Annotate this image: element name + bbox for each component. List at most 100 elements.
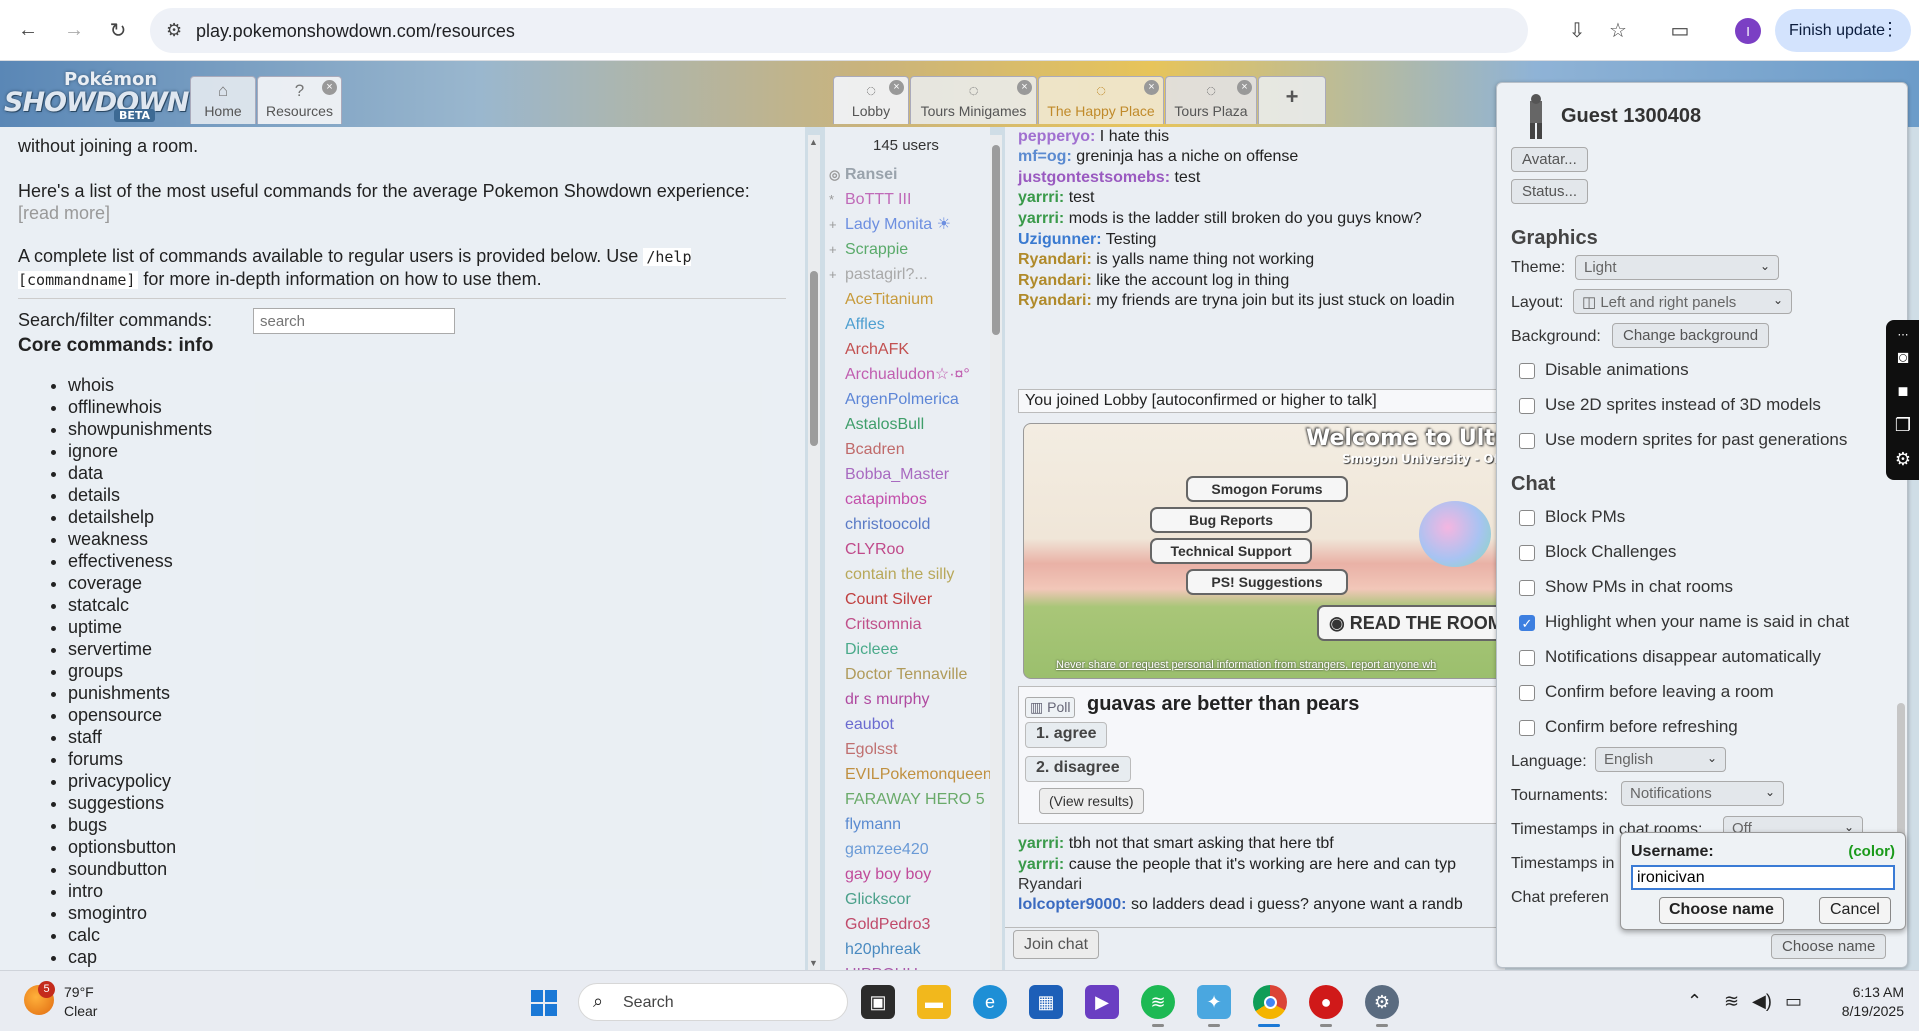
close-icon[interactable]: × — [1237, 80, 1252, 95]
showdown-logo[interactable]: Pokémon SHOWDOWN BETA — [4, 67, 190, 123]
user-list-item[interactable]: CLYRoo — [825, 537, 990, 562]
command-item[interactable]: servertime — [68, 638, 212, 660]
user-list-item[interactable]: Archualudon☆·¤° — [825, 362, 990, 387]
volume-icon[interactable]: ◀) — [1752, 991, 1772, 1012]
reload-icon[interactable]: ↻ — [102, 14, 134, 46]
scroll-thumb[interactable] — [992, 145, 1000, 335]
checkbox-label[interactable]: Disable animations — [1545, 360, 1689, 380]
user-list-item[interactable]: AstalosBull — [825, 412, 990, 437]
close-icon[interactable]: × — [1017, 80, 1032, 95]
task-view-icon[interactable]: ▣ — [861, 985, 895, 1019]
tab-resources[interactable]: ? Resources × — [257, 76, 342, 124]
checkbox-label[interactable]: Show PMs in chat rooms — [1545, 577, 1733, 597]
command-item[interactable]: weakness — [68, 528, 212, 550]
chat-username[interactable]: yarrri: — [1018, 835, 1064, 852]
close-icon[interactable]: × — [322, 80, 337, 95]
chat-username[interactable]: yarrri: — [1018, 856, 1064, 873]
new-room-tab-button[interactable]: + — [1258, 76, 1326, 124]
user-list-item[interactable]: Dicleee — [825, 637, 990, 662]
taskbar-search[interactable]: ⌕ Search — [578, 983, 848, 1021]
chevron-up-icon[interactable]: ⌃ — [1687, 991, 1702, 1012]
user-list-item[interactable]: Egolsst — [825, 737, 990, 762]
user-list-item[interactable]: christoocold — [825, 512, 990, 537]
tab-tours-plaza[interactable]: ◌ Tours Plaza × — [1165, 76, 1257, 124]
user-list-item[interactable]: ArgenPolmerica — [825, 387, 990, 412]
recorder-icon[interactable]: ● — [1309, 985, 1343, 1019]
checkbox[interactable] — [1519, 580, 1535, 596]
video-icon[interactable]: ■ — [1892, 380, 1914, 402]
chat-username[interactable]: Uzigunner: — [1018, 231, 1102, 248]
checkbox-label[interactable]: Notifications disappear automatically — [1545, 647, 1821, 667]
user-list-item[interactable]: HIPPOUH — [825, 962, 990, 970]
username-input[interactable] — [1631, 865, 1895, 890]
user-list-item[interactable]: Count Silver — [825, 587, 990, 612]
user-list-item[interactable]: dr s murphy — [825, 687, 990, 712]
tournaments-select[interactable]: Notifications ⌄ — [1621, 781, 1784, 806]
bug-reports-button[interactable]: Bug Reports — [1150, 507, 1312, 533]
read-the-room-button[interactable]: ◉ READ THE ROOM — [1317, 605, 1505, 641]
checkbox-label[interactable]: Confirm before leaving a room — [1545, 682, 1774, 702]
user-list-item[interactable]: Affles — [825, 312, 990, 337]
technical-support-button[interactable]: Technical Support — [1150, 538, 1312, 564]
user-list-item[interactable]: AceTitanium — [825, 287, 990, 312]
user-list-item[interactable]: FARAWAY HERO 5 — [825, 787, 990, 812]
address-bar[interactable]: ⚙ play.pokemonshowdown.com/resources — [150, 8, 1528, 53]
user-list-item[interactable]: Critsomnia — [825, 612, 990, 637]
poll-option-agree[interactable]: 1. agree — [1025, 722, 1108, 748]
checkbox[interactable] — [1519, 545, 1535, 561]
command-search-input[interactable] — [253, 308, 455, 334]
command-item[interactable]: whois — [68, 374, 212, 396]
wifi-icon[interactable]: ≋ — [1724, 991, 1739, 1012]
cancel-button[interactable]: Cancel — [1819, 897, 1891, 924]
user-list-item[interactable]: + pastagirl?... — [825, 262, 990, 287]
checkbox[interactable] — [1519, 433, 1535, 449]
user-list-item[interactable]: Bobba_Master — [825, 462, 990, 487]
command-item[interactable]: cap — [68, 946, 212, 968]
close-icon[interactable]: × — [889, 80, 904, 95]
chat-username[interactable]: Ryandari: — [1018, 292, 1092, 309]
clipchamp-icon[interactable]: ▶ — [1085, 985, 1119, 1019]
checkbox[interactable] — [1519, 685, 1535, 701]
tab-the-happy-place[interactable]: ◌ The Happy Place × — [1038, 76, 1164, 124]
windows-icon[interactable]: ❐ — [1892, 414, 1914, 436]
command-item[interactable]: uptime — [68, 616, 212, 638]
read-more-link[interactable]: [read more] — [18, 203, 110, 223]
chat-username[interactable]: Ryandari: — [1018, 251, 1092, 268]
color-link[interactable]: (color) — [1848, 843, 1895, 860]
poll-option-disagree[interactable]: 2. disagree — [1025, 756, 1131, 782]
scroll-down-icon[interactable]: ▼ — [809, 958, 818, 968]
chat-username[interactable]: mf=og: — [1018, 148, 1072, 165]
command-item[interactable]: data — [68, 462, 212, 484]
command-item[interactable]: coverage — [68, 572, 212, 594]
user-list-item[interactable]: Doctor Tennaville — [825, 662, 990, 687]
user-list-item[interactable]: + Scrappie — [825, 237, 990, 262]
left-scrollbar[interactable]: ▲ ▼ — [808, 135, 820, 970]
user-list-item[interactable]: gay boy boy — [825, 862, 990, 887]
chat-username[interactable]: Ryandari: — [1018, 272, 1092, 289]
checkbox[interactable] — [1519, 510, 1535, 526]
camera-icon[interactable]: ◙ — [1892, 346, 1914, 368]
spotify-icon[interactable]: ≋ — [1141, 985, 1175, 1019]
command-item[interactable]: privacypolicy — [68, 770, 212, 792]
user-list-item[interactable]: ◎ Ransei — [825, 162, 990, 187]
avatar-button[interactable]: Avatar... — [1511, 147, 1588, 172]
store-icon[interactable]: ▦ — [1029, 985, 1063, 1019]
clock[interactable]: 6:13 AM 8/19/2025 — [1814, 983, 1904, 1021]
tab-tours-minigames[interactable]: ◌ Tours Minigames × — [910, 76, 1037, 124]
chat-username[interactable]: pepperyo: — [1018, 128, 1095, 145]
battery-icon[interactable]: ▭ — [1785, 991, 1802, 1012]
install-app-icon[interactable]: ⇩ — [1562, 15, 1592, 45]
privacy-warning-link[interactable]: Never share or request personal informat… — [1056, 659, 1436, 671]
scroll-thumb[interactable] — [810, 271, 818, 446]
command-item[interactable]: groups — [68, 660, 212, 682]
checkbox-label[interactable]: Highlight when your name is said in chat — [1545, 612, 1849, 632]
ps-suggestions-button[interactable]: PS! Suggestions — [1186, 569, 1348, 595]
command-item[interactable]: ignore — [68, 440, 212, 462]
checkbox-label[interactable]: Block Challenges — [1545, 542, 1676, 562]
user-list-item[interactable]: + Lady Monita ☀ — [825, 212, 990, 237]
checkbox-label[interactable]: Use modern sprites for past generations — [1545, 430, 1847, 450]
command-item[interactable]: punishments — [68, 682, 212, 704]
back-icon[interactable]: ← — [12, 14, 44, 46]
chat-username[interactable]: yarrri: — [1018, 189, 1064, 206]
command-item[interactable]: details — [68, 484, 212, 506]
